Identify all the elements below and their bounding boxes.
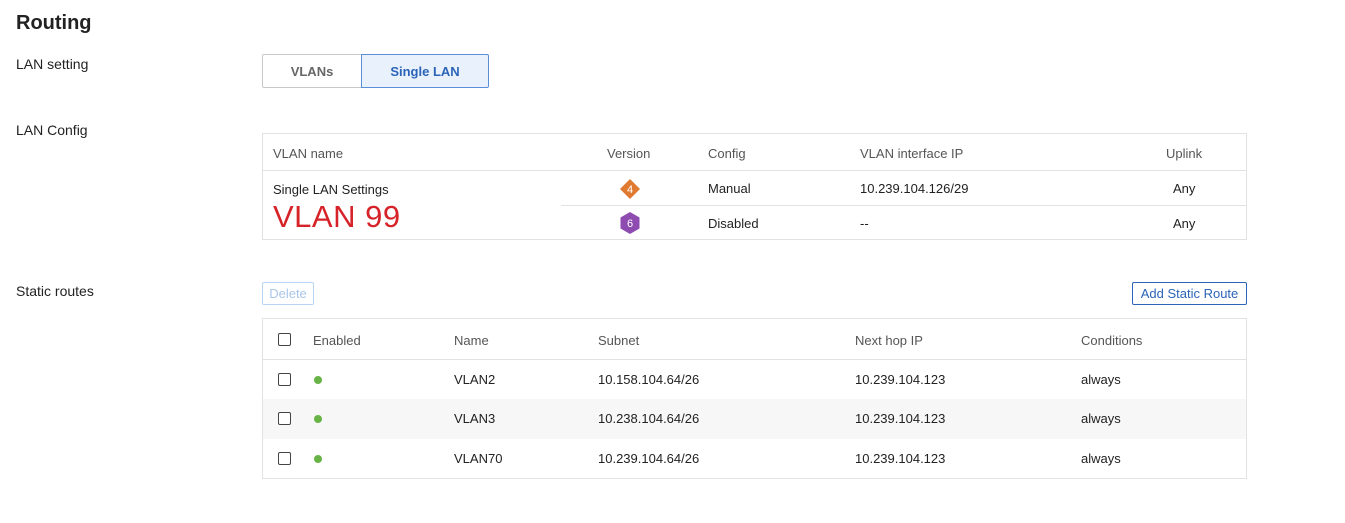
row-checkbox[interactable] — [278, 373, 291, 386]
route-next-hop: 10.239.104.123 — [855, 372, 946, 387]
lan-config-label: LAN Config — [16, 122, 88, 138]
lan-setting-label: LAN setting — [16, 56, 89, 72]
header-subnet: Subnet — [598, 333, 640, 348]
header-version: Version — [607, 146, 651, 161]
route-conditions: always — [1081, 411, 1121, 426]
delete-button[interactable]: Delete — [262, 282, 314, 305]
ip-cell: -- — [860, 216, 869, 231]
header-vlan-interface-ip: VLAN interface IP — [860, 146, 964, 161]
header-next-hop-ip: Next hop IP — [855, 333, 923, 348]
route-conditions: always — [1081, 451, 1121, 466]
lan-config-table: VLAN name Version Config VLAN interface … — [262, 133, 1247, 240]
uplink-cell: Any — [1173, 216, 1196, 231]
lan-config-header: VLAN name Version Config VLAN interface … — [263, 134, 1246, 171]
lan-setting-toggle: VLANs Single LAN — [262, 54, 489, 88]
table-row[interactable]: VLAN70 10.239.104.64/26 10.239.104.123 a… — [263, 439, 1246, 479]
ipv4-version-text: 4 — [627, 184, 633, 196]
header-config: Config — [708, 146, 746, 161]
route-name: VLAN2 — [454, 372, 496, 387]
table-row[interactable]: VLAN3 10.238.104.64/26 10.239.104.123 al… — [263, 399, 1246, 439]
uplink-cell: Any — [1173, 181, 1196, 196]
route-subnet: 10.158.104.64/26 — [598, 372, 700, 387]
route-subnet: 10.239.104.64/26 — [598, 451, 700, 466]
enabled-status-dot — [314, 376, 322, 384]
routes-header: Enabled Name Subnet Next hop IP Conditio… — [263, 319, 1246, 360]
ipv4-diamond-icon: 4 — [620, 179, 640, 199]
table-row[interactable]: VLAN2 10.158.104.64/26 10.239.104.123 al… — [263, 360, 1246, 400]
header-conditions: Conditions — [1081, 333, 1143, 348]
add-static-route-button[interactable]: Add Static Route — [1132, 282, 1247, 305]
static-routes-label: Static routes — [16, 283, 94, 299]
header-uplink: Uplink — [1166, 146, 1203, 161]
row-divider — [561, 205, 1246, 206]
config-cell: Manual — [708, 181, 751, 196]
config-cell: Disabled — [708, 216, 759, 231]
vlan-99-callout: VLAN 99 — [273, 199, 401, 234]
ipv6-hexagon-icon: 6 — [620, 212, 640, 234]
route-name: VLAN70 — [454, 451, 503, 466]
ip-cell: 10.239.104.126/29 — [860, 181, 969, 196]
vlans-toggle-button[interactable]: VLANs — [262, 54, 361, 88]
header-name: Name — [454, 333, 489, 348]
single-lan-toggle-button[interactable]: Single LAN — [361, 54, 489, 88]
static-routes-table: Enabled Name Subnet Next hop IP Conditio… — [262, 318, 1247, 479]
ipv6-version-text: 6 — [627, 218, 633, 230]
header-enabled: Enabled — [313, 333, 361, 348]
row-checkbox[interactable] — [278, 412, 291, 425]
select-all-checkbox[interactable] — [278, 333, 291, 346]
route-next-hop: 10.239.104.123 — [855, 411, 946, 426]
row-checkbox[interactable] — [278, 452, 291, 465]
header-vlan-name: VLAN name — [273, 146, 344, 161]
page-title: Routing — [16, 12, 92, 34]
route-subnet: 10.238.104.64/26 — [598, 411, 700, 426]
route-conditions: always — [1081, 372, 1121, 387]
route-next-hop: 10.239.104.123 — [855, 451, 946, 466]
vlan-name-cell: Single LAN Settings — [273, 182, 389, 197]
enabled-status-dot — [314, 455, 322, 463]
route-name: VLAN3 — [454, 411, 496, 426]
enabled-status-dot — [314, 415, 322, 423]
